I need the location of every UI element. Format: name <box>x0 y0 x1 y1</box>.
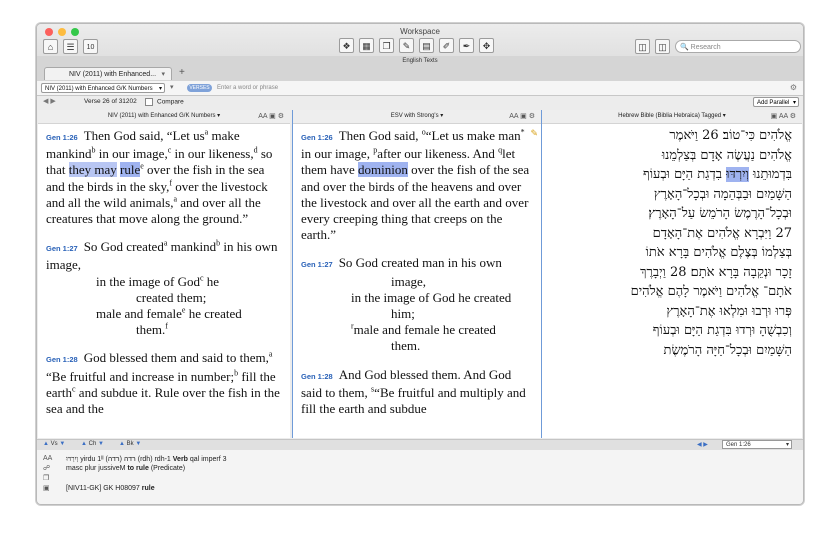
hebrew-text: אֱלֹהִים כִּי־טוֹב׃ 26 וַיֹּאמֶר אֱלֹהִי… <box>550 126 792 360</box>
calendar-icon[interactable]: 10 <box>83 39 98 54</box>
nav-bar: ◀ ▶ Verse 26 of 31202 Compare Add Parall… <box>37 96 803 109</box>
highlight-they-may[interactable]: they may <box>68 162 117 178</box>
reference-input[interactable]: Enter a word or phrase <box>217 83 278 93</box>
input-bar: NIV (2011) with Enhanced G/K Numbers ▾ ▾… <box>37 81 803 96</box>
window-title: Workspace <box>400 27 440 36</box>
history-arrows-icon[interactable]: ◀ ▶ <box>697 441 708 448</box>
hebrew-line: זָכָר וּנְקֵבָה בָּרָא אֹתָם׃ 28 וַיְבָר… <box>640 264 792 280</box>
home-icon[interactable]: ⌂ <box>43 39 58 54</box>
reference-select[interactable]: Gen 1:26 ▾ <box>722 440 792 449</box>
workspace-window: Workspace ⌂ ☰ 10 ❖ ▦ ❐ ✎ ▤ ✐ ✒ ✥ ◫ ◫ 🔍 R… <box>36 23 804 505</box>
verse-gen-1-28: Gen 1:28 And God blessed them. And God sa… <box>301 366 526 417</box>
copy-icon[interactable]: ❐ <box>379 38 394 53</box>
pane-esv: ESV with Strong's ▾ AA ▣ ⚙ Gen 1:26 Then … <box>292 110 542 438</box>
tab-niv[interactable]: NIV (2011) with Enhanced... ▾ <box>44 67 172 80</box>
note-icon[interactable]: ▤ <box>419 38 434 53</box>
verse-gen-1-26: Gen 1:26 Then God said, “Let usa make man… <box>46 127 273 227</box>
morphology-line: masc plur jussiveM to rule (Predicate) <box>66 465 186 472</box>
link-icon[interactable]: ☍ <box>43 464 52 474</box>
pane-hebrew: Hebrew Bible (Biblia Hebraica) Tagged ▾ … <box>542 110 802 438</box>
reference-nav-bar: ▲ Vs ▼ ▲ Ch ▼ ▲ Bk ▼ ◀ ▶ Gen 1:26 ▾ <box>37 439 803 450</box>
verse-nav[interactable]: ▲ Vs ▼ <box>43 441 65 447</box>
add-tab-button[interactable]: + <box>179 67 185 78</box>
hebrew-line: אֱלֹהִים נַעֲשֶׂה אָדָם בְּצַלְמֵנוּ <box>661 147 792 163</box>
add-parallel-button[interactable]: Add Parallel ▾ <box>753 97 799 107</box>
tab-group-title: English Texts <box>402 58 438 64</box>
layout-icon[interactable]: ▦ <box>359 38 374 53</box>
toolbar-right: ◫ ◫ 🔍 Research <box>635 39 801 54</box>
hebrew-line-highlighted: בִּדְמוּתֵנוּ וְיִרְדּוּ בִדְגַת הַיָּם … <box>642 167 792 182</box>
hebrew-line: הַשָּׁמַיִם וּבְכָל־חַיָּה הָרֹמֶשֶׂת <box>663 342 792 358</box>
pane-text: Gen 1:26 Then God said, o“Let us make man… <box>301 128 533 429</box>
hebrew-line: אֱלֹהִים כִּי־טוֹב׃ 26 וַיֹּאמֶר <box>669 128 792 143</box>
toolbar-left: ⌂ ☰ 10 <box>43 39 98 54</box>
verse-gen-1-26: Gen 1:26 Then God said, o“Let us make man… <box>301 127 530 243</box>
pane-text: Gen 1:26 Then God said, “Let usa make man… <box>46 128 282 429</box>
hebrew-line: וְכִבְשֻׁהָ וּרְדוּ בִּדְגַת הַיָּם וּבְ… <box>652 323 792 338</box>
verse-status: Verse 26 of 31202 <box>84 98 137 105</box>
move-icon[interactable]: ✥ <box>479 38 494 53</box>
strongs-line: [NIV11-GK] GK H08097 rule <box>66 485 155 492</box>
info-icons: AA ☍ ❐ ▣ <box>43 454 52 494</box>
nav-arrows-icon[interactable]: ◀ ▶ <box>43 97 56 105</box>
text-size-icon[interactable]: AA ▣ ⚙ <box>509 110 535 123</box>
hebrew-line: אֹתָם־ אֱלֹהִים וַיֹּאמֶר לָהֶם אֱלֹהִים <box>630 284 792 299</box>
pencil-icon[interactable]: ✎ <box>530 128 538 139</box>
pane-niv: NIV (2011) with Enhanced G/K Numbers ▾ A… <box>38 110 290 438</box>
copy-icon[interactable]: ❐ <box>43 474 52 484</box>
hebrew-line: פְּרוּ וּרְבוּ וּמִלְאוּ אֶת־הָאָרֶץ <box>666 303 792 319</box>
resource-select[interactable]: NIV (2011) with Enhanced G/K Numbers ▾ <box>41 83 165 93</box>
pane-header: NIV (2011) with Enhanced G/K Numbers ▾ A… <box>38 110 290 124</box>
panels-icon[interactable]: ◫ <box>635 39 650 54</box>
highlight-hebrew-word[interactable]: וְיִרְדּוּ <box>726 167 749 182</box>
highlight-rule[interactable]: rule <box>120 162 141 178</box>
toolbar-center: ❖ ▦ ❐ ✎ ▤ ✐ ✒ ✥ <box>339 38 494 53</box>
hebrew-line: בְּצַלְמוֹ בְּצֶלֶם אֱלֹהִים בָּרָא אֹתו… <box>645 245 792 260</box>
edit-icon[interactable]: ✐ <box>439 38 454 53</box>
pane-header: Hebrew Bible (Biblia Hebraica) Tagged ▾ … <box>542 110 802 124</box>
highlight-icon[interactable]: ✎ <box>399 38 414 53</box>
verse-gen-1-27: Gen 1:27 So God created man in his own im… <box>301 255 512 354</box>
search-type-pill[interactable]: VERSES <box>187 84 212 92</box>
compare-checkbox[interactable]: Compare <box>145 98 184 106</box>
hebrew-line: 27 וַיִּבְרָא אֱלֹהִים אֶת־הָאָדָם <box>652 225 792 241</box>
dropdown-arrow-icon[interactable]: ▾ <box>170 83 174 91</box>
text-size-icon[interactable]: ▣ AA ⚙ <box>771 110 796 123</box>
text-size-icon[interactable]: AA ▣ ⚙ <box>258 110 284 123</box>
pane-header: ESV with Strong's ▾ AA ▣ ⚙ <box>293 110 541 124</box>
close-tab-icon[interactable]: ▾ <box>161 68 165 81</box>
tab-label: NIV (2011) with Enhanced... <box>69 71 157 78</box>
brush-icon[interactable]: ✒ <box>459 38 474 53</box>
text-size-icon[interactable]: AA <box>43 454 52 464</box>
gear-icon[interactable]: ⚙ <box>790 83 797 92</box>
research-search-input[interactable]: 🔍 Research <box>675 40 801 53</box>
library-icon[interactable]: ☰ <box>63 39 78 54</box>
split-icon[interactable]: ◫ <box>655 39 670 54</box>
book-nav[interactable]: ▲ Bk ▼ <box>119 441 141 447</box>
lexical-line: וְיִרְדּוּ yirdu 1ᴵᴵ רדה (רדה) (rdh) rdh… <box>66 455 227 463</box>
bookmark-icon[interactable]: ❖ <box>339 38 354 53</box>
hebrew-line: הַשָּׁמַיִם וּבַבְּהֵמָה וּבְכָל־הָאָרֶץ <box>653 186 792 202</box>
highlight-dominion[interactable]: dominion <box>358 162 408 178</box>
chapter-nav[interactable]: ▲ Ch ▼ <box>81 441 104 447</box>
tab-strip: English Texts NIV (2011) with Enhanced..… <box>37 56 803 81</box>
titlebar: Workspace ⌂ ☰ 10 ❖ ▦ ❐ ✎ ▤ ✐ ✒ ✥ ◫ ◫ 🔍 R… <box>37 24 803 82</box>
hebrew-line: וּבְכָל־הָרֶמֶשׂ הָרֹמֵשׂ עַל־הָאָרֶץ׃ <box>648 206 792 221</box>
verse-gen-1-27: Gen 1:27 So God createda mankindb in his … <box>46 238 278 338</box>
verse-gen-1-28: Gen 1:28 God blessed them and said to the… <box>46 350 280 417</box>
lock-icon[interactable]: ▣ <box>43 484 52 494</box>
info-pane: AA ☍ ❐ ▣ וְיִרְדּוּ yirdu 1ᴵᴵ רדה (רדה) … <box>37 450 803 504</box>
